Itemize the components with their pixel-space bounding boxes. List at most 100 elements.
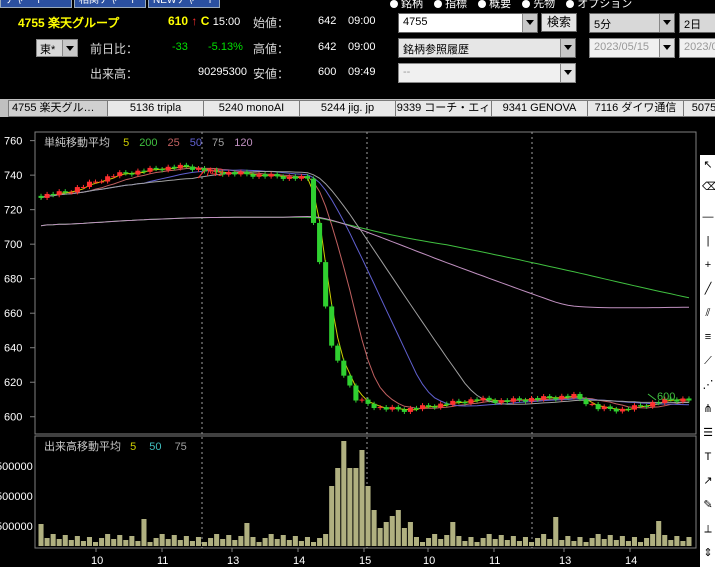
candle-body — [565, 395, 571, 398]
arrow-icon[interactable]: ↗ — [702, 475, 714, 487]
candle-body — [244, 171, 250, 175]
volume-bar — [232, 540, 238, 546]
time-tick-label: 14 — [625, 555, 637, 567]
ma-line-75 — [40, 170, 690, 405]
chevron-down-icon[interactable] — [560, 39, 575, 57]
candle-body — [147, 167, 153, 172]
tab-new-chart[interactable]: NEWチャート — [148, 0, 220, 8]
candle-body — [62, 191, 68, 193]
volume-bar — [686, 537, 692, 546]
watchlist-tab[interactable]: 5240 monoAI — [203, 100, 300, 117]
retracement-icon[interactable]: ☰ — [702, 427, 714, 439]
ruler-icon[interactable]: ⟂ — [702, 523, 714, 535]
time-tick-label: 13 — [227, 555, 239, 567]
volume-bar — [631, 537, 637, 546]
radio-button[interactable] — [390, 0, 398, 9]
low-time: 09:49 — [348, 66, 376, 78]
candle-body — [347, 375, 353, 386]
tab-correlation-chart[interactable]: 相関チャート — [74, 0, 146, 8]
parallel-line-icon[interactable]: ⫽ — [702, 307, 714, 319]
date-from-value: 2023/05/15 — [594, 41, 650, 53]
volume-bar — [111, 539, 117, 546]
symbol-input[interactable]: 4755 — [398, 13, 538, 33]
fan-icon[interactable]: ⋰ — [702, 379, 714, 391]
gann-icon[interactable]: ⋔ — [702, 403, 714, 415]
chart-area[interactable]: 760 740 720 700 680 660 640 620 600 500000 500000 5… — [0, 128, 700, 567]
watchlist-tab[interactable]: 7116 ダイワ通信 — [587, 100, 684, 117]
vertical-line-icon[interactable]: | — [702, 235, 714, 247]
candle-body — [644, 405, 650, 407]
chevron-down-icon[interactable] — [659, 39, 674, 57]
candle-body — [171, 166, 177, 169]
time-tick-label: 11 — [157, 555, 168, 567]
watchlist-tab[interactable]: 5136 tripla — [107, 100, 204, 117]
candle-body — [571, 393, 577, 398]
volume-bar — [680, 541, 686, 546]
radio-button[interactable] — [478, 0, 487, 9]
fibonacci-icon[interactable]: ≡ — [702, 331, 714, 343]
watchlist-tab[interactable]: 9339 コーチ・エィ — [395, 100, 492, 117]
exchange-select[interactable]: 東* — [36, 39, 78, 57]
channel-icon[interactable]: ⟋ — [702, 355, 714, 367]
watchlist-tab[interactable]: 9341 GENOVA — [491, 100, 588, 117]
eraser-icon[interactable]: ⌫ — [702, 181, 715, 193]
chevron-down-icon[interactable] — [522, 14, 537, 32]
candle-body — [141, 170, 147, 172]
candle-body — [268, 173, 274, 177]
tab-chart[interactable]: チャート — [0, 0, 72, 8]
volume-bar — [38, 524, 44, 546]
volume-bar — [450, 522, 456, 546]
candle-body — [613, 408, 619, 412]
candle-body — [619, 408, 625, 412]
volume-bar — [80, 541, 86, 546]
date-to-value: 2023/0 — [684, 41, 715, 53]
watchlist-tab[interactable]: 4755 楽天グル… — [8, 100, 108, 117]
volume-bar — [274, 539, 280, 546]
vol-ma-period: 75 — [174, 441, 187, 453]
search-button[interactable]: 検索 — [541, 13, 577, 32]
candle-body — [304, 176, 310, 179]
candle-body — [165, 166, 171, 171]
days-select[interactable]: 2日 — [679, 13, 715, 33]
date-from-input[interactable]: 2023/05/15 — [589, 38, 675, 58]
radio-label: 銘柄 — [401, 0, 423, 10]
vol-ma-period: 50 — [149, 441, 162, 453]
volume-bar — [377, 528, 383, 546]
volume-bar — [256, 542, 262, 546]
horizontal-line-icon[interactable]: — — [702, 211, 714, 223]
radio-button[interactable] — [566, 0, 575, 9]
watchlist-tab[interactable]: 5075 — [683, 100, 715, 117]
pen-icon[interactable]: ✎ — [702, 499, 714, 511]
candle-body — [105, 176, 111, 182]
crosshair-icon[interactable]: + — [702, 259, 714, 271]
history-select[interactable]: 銘柄参照履歴 — [398, 38, 576, 58]
text-icon[interactable]: T — [702, 451, 714, 463]
chevron-down-icon[interactable] — [560, 64, 575, 82]
watchlist-tab[interactable]: 5244 jig. jp — [299, 100, 396, 117]
scroll-icon[interactable]: ⇕ — [702, 547, 714, 559]
volume-bar — [432, 534, 438, 546]
chart-canvas[interactable]: 760 740 720 700 680 660 640 620 600 500000 500000 5… — [0, 128, 700, 567]
volume-bar — [280, 535, 286, 546]
time-tick-label: 13 — [559, 555, 571, 567]
secondary-select[interactable]: -- — [398, 63, 576, 83]
chevron-down-icon[interactable] — [62, 40, 77, 56]
candle-body — [432, 406, 438, 408]
cursor-icon[interactable]: ↖ — [702, 159, 714, 171]
volume-bar — [619, 536, 625, 546]
exchange-value: 東* — [40, 44, 56, 56]
candle-body — [535, 398, 541, 400]
radio-button[interactable] — [522, 0, 531, 9]
candle-body — [274, 173, 280, 177]
trendline-icon[interactable]: ╱ — [702, 283, 714, 295]
volume-tick-label: 500000 — [0, 461, 33, 473]
candle-body — [129, 173, 135, 175]
interval-select[interactable]: 5分 — [589, 13, 675, 33]
price-tick-label: 680 — [4, 274, 22, 286]
candle-body — [311, 178, 317, 223]
chevron-down-icon[interactable] — [659, 14, 674, 32]
radio-button[interactable] — [434, 0, 443, 9]
volume-bar — [565, 536, 571, 546]
volume-bar — [656, 521, 662, 546]
date-to-input[interactable]: 2023/0 — [679, 38, 715, 58]
